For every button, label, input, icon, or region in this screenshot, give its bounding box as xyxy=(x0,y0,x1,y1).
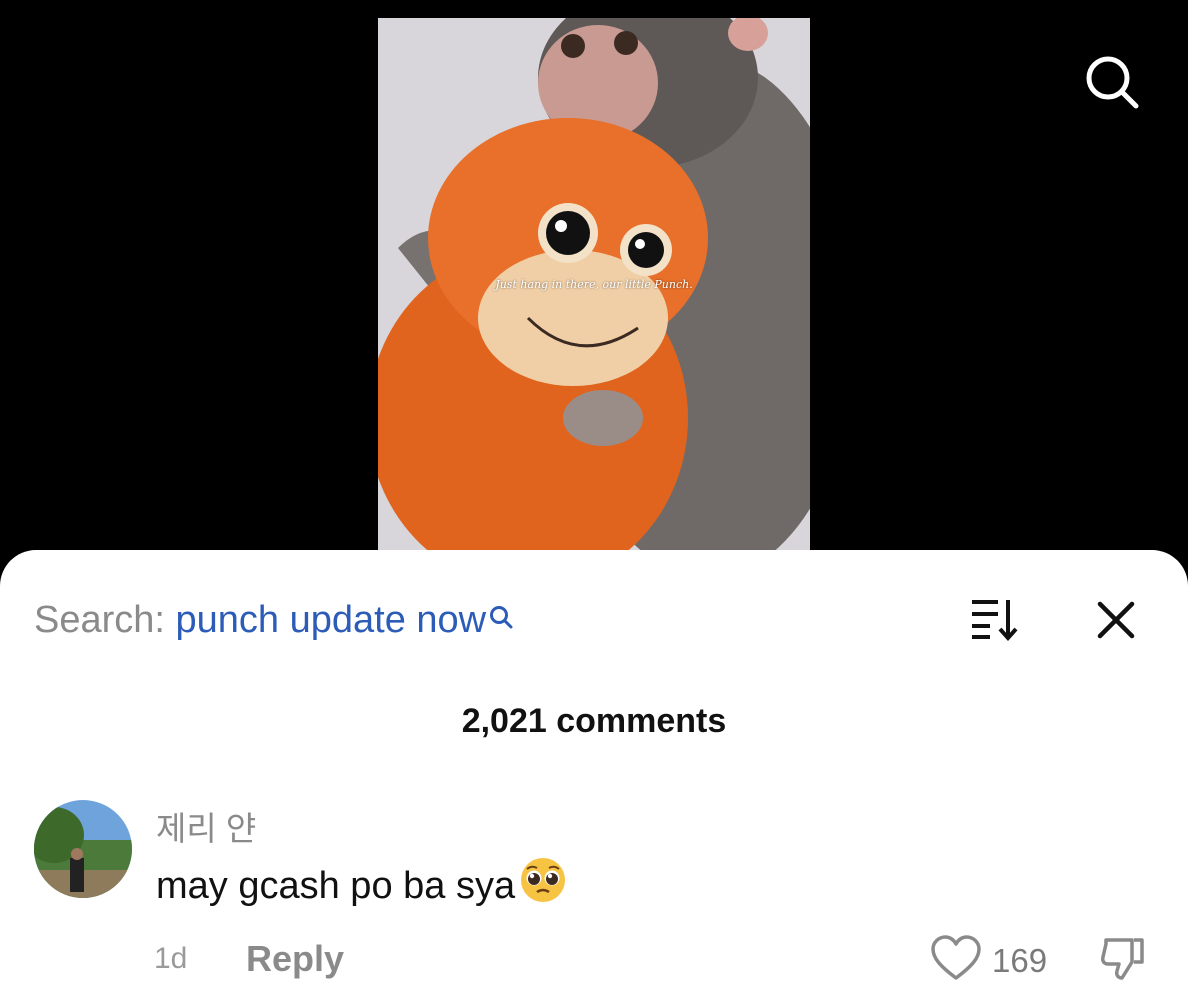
avatar[interactable] xyxy=(34,800,132,898)
comment-username[interactable]: 제리 얀 xyxy=(156,802,256,850)
comment-count: 2,021 comments xyxy=(461,702,727,740)
close-button[interactable] xyxy=(1094,598,1138,642)
sort-icon xyxy=(972,600,1018,642)
like-count: 169 xyxy=(992,942,1048,979)
comment-search-link[interactable]: Search: punch update now xyxy=(34,598,514,642)
thumbs-down-icon xyxy=(1101,938,1144,980)
comment-body: may gcash po ba sya xyxy=(156,865,516,908)
search-button[interactable] xyxy=(1082,52,1142,112)
reply-button[interactable]: Reply xyxy=(246,938,344,980)
dislike-button[interactable] xyxy=(1098,934,1148,984)
search-icon xyxy=(488,596,514,640)
search-label: Search: xyxy=(34,599,165,641)
sort-button[interactable] xyxy=(968,596,1022,642)
like-button[interactable] xyxy=(930,934,982,982)
heart-icon xyxy=(931,935,981,980)
video-player[interactable]: Just hang in there, our little Punch. xyxy=(378,18,810,558)
comments-sheet: Search: punch update now 2,021 comments xyxy=(0,550,1188,999)
comment-text: may gcash po ba sya xyxy=(156,858,567,914)
video-caption: Just hang in there, our little Punch. xyxy=(495,278,693,291)
close-icon xyxy=(1097,601,1135,639)
pleading-face-icon xyxy=(519,856,567,914)
search-query[interactable]: punch update now xyxy=(176,599,487,641)
comment-age: 1d xyxy=(154,942,188,975)
search-icon xyxy=(1086,56,1139,109)
